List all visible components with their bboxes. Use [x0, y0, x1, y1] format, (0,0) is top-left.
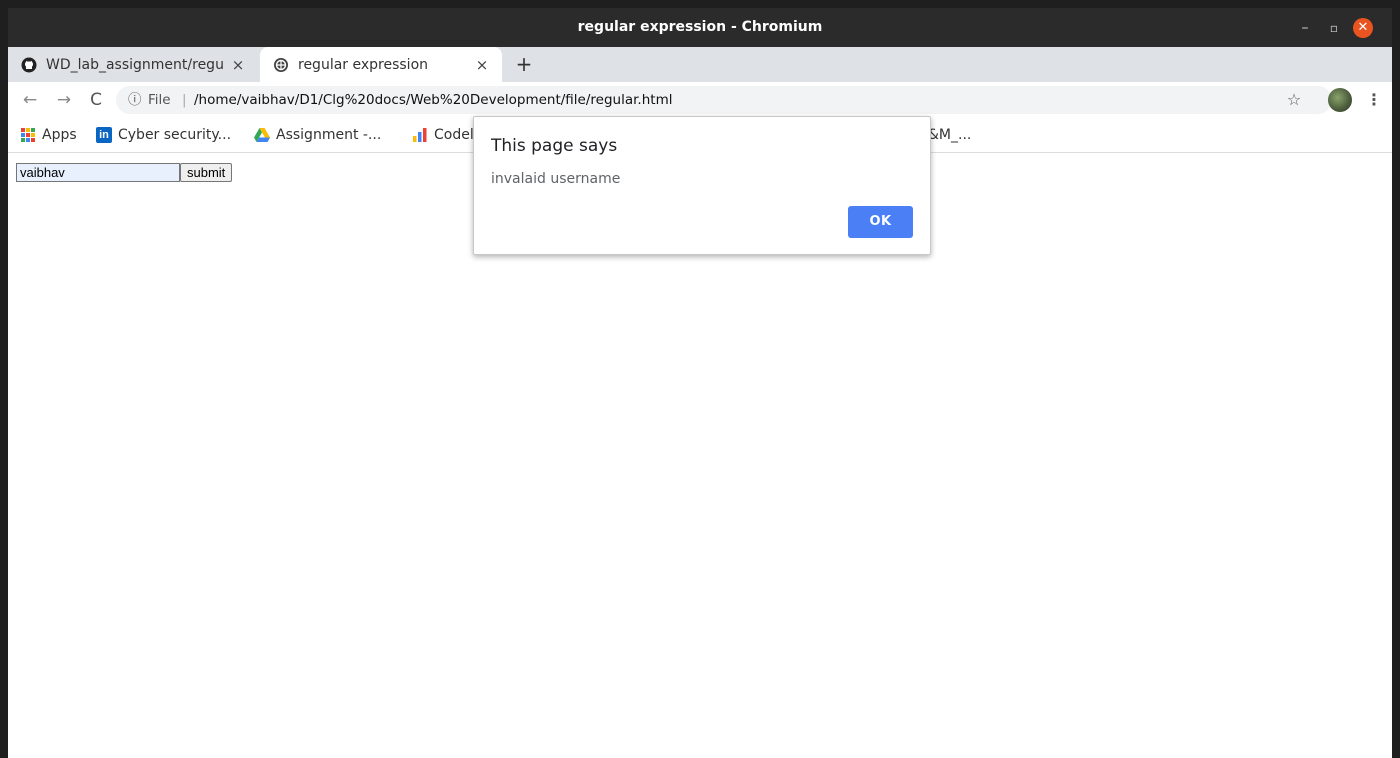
close-tab-icon[interactable]: ×: [472, 56, 492, 74]
forward-button[interactable]: →: [54, 90, 74, 110]
url-separator: |: [182, 92, 187, 108]
tab-wd-lab-assignment[interactable]: WD_lab_assignment/regu ×: [8, 47, 258, 82]
menu-icon[interactable]: ⋮: [1366, 90, 1382, 110]
tab-regular-expression[interactable]: regular expression ×: [260, 47, 502, 82]
tab-strip: WD_lab_assignment/regu × regular express…: [8, 47, 1392, 82]
bookmark-star-icon[interactable]: ☆: [1284, 90, 1304, 110]
bar-chart-icon: [412, 127, 428, 143]
bookmark-assignment[interactable]: Assignment -...: [254, 118, 381, 152]
bookmark-label: Cyber security...: [118, 127, 232, 143]
address-bar[interactable]: ⓘ File | /home/vaibhav/D1/Clg%20docs/Web…: [116, 86, 1332, 114]
linkedin-icon: in: [96, 127, 112, 143]
submit-button[interactable]: submit: [180, 163, 233, 182]
bookmark-partial[interactable]: &M_...: [928, 118, 971, 152]
back-button[interactable]: ←: [20, 90, 40, 110]
tab-label: regular expression: [298, 56, 429, 73]
bookmark-label: Assignment -...: [276, 127, 382, 143]
google-drive-icon: [254, 127, 270, 143]
globe-icon: [272, 56, 290, 74]
reload-button[interactable]: C: [86, 90, 106, 110]
alert-dialog: This page says invalaid username OK: [473, 116, 931, 255]
bookmark-apps[interactable]: Apps: [20, 118, 77, 152]
dialog-message: invalaid username: [491, 171, 621, 187]
bookmark-label: Apps: [42, 127, 77, 143]
new-tab-button[interactable]: +: [513, 53, 535, 75]
navigation-toolbar: ← → C ⓘ File | /home/vaibhav/D1/Clg%20do…: [8, 82, 1392, 118]
tab-label: WD_lab_assignment/regu: [46, 56, 224, 73]
ok-button[interactable]: OK: [848, 206, 913, 238]
close-window-button[interactable]: ✕: [1353, 18, 1373, 38]
bookmark-cyber-security[interactable]: in Cyber security...: [96, 118, 231, 152]
url-text[interactable]: /home/vaibhav/D1/Clg%20docs/Web%20Develo…: [194, 86, 672, 114]
window-title: regular expression - Chromium: [577, 19, 823, 35]
browser-window: regular expression - Chromium – ▫ ✕ WD_l…: [8, 8, 1392, 758]
url-scheme-label: File: [148, 92, 171, 108]
profile-avatar[interactable]: [1328, 88, 1352, 112]
github-icon: [20, 56, 38, 74]
bookmark-codel[interactable]: Codel: [412, 118, 474, 152]
title-bar: regular expression - Chromium – ▫ ✕: [8, 8, 1392, 47]
close-tab-icon[interactable]: ×: [228, 56, 248, 74]
apps-grid-icon: [20, 127, 36, 143]
bookmark-label: &M_...: [928, 127, 972, 143]
maximize-button[interactable]: ▫: [1324, 18, 1344, 38]
info-icon[interactable]: ⓘ: [128, 86, 142, 114]
username-input[interactable]: [16, 163, 180, 182]
bookmark-label: Codel: [434, 127, 474, 143]
dialog-title: This page says: [491, 136, 618, 156]
minimize-button[interactable]: –: [1295, 18, 1315, 38]
